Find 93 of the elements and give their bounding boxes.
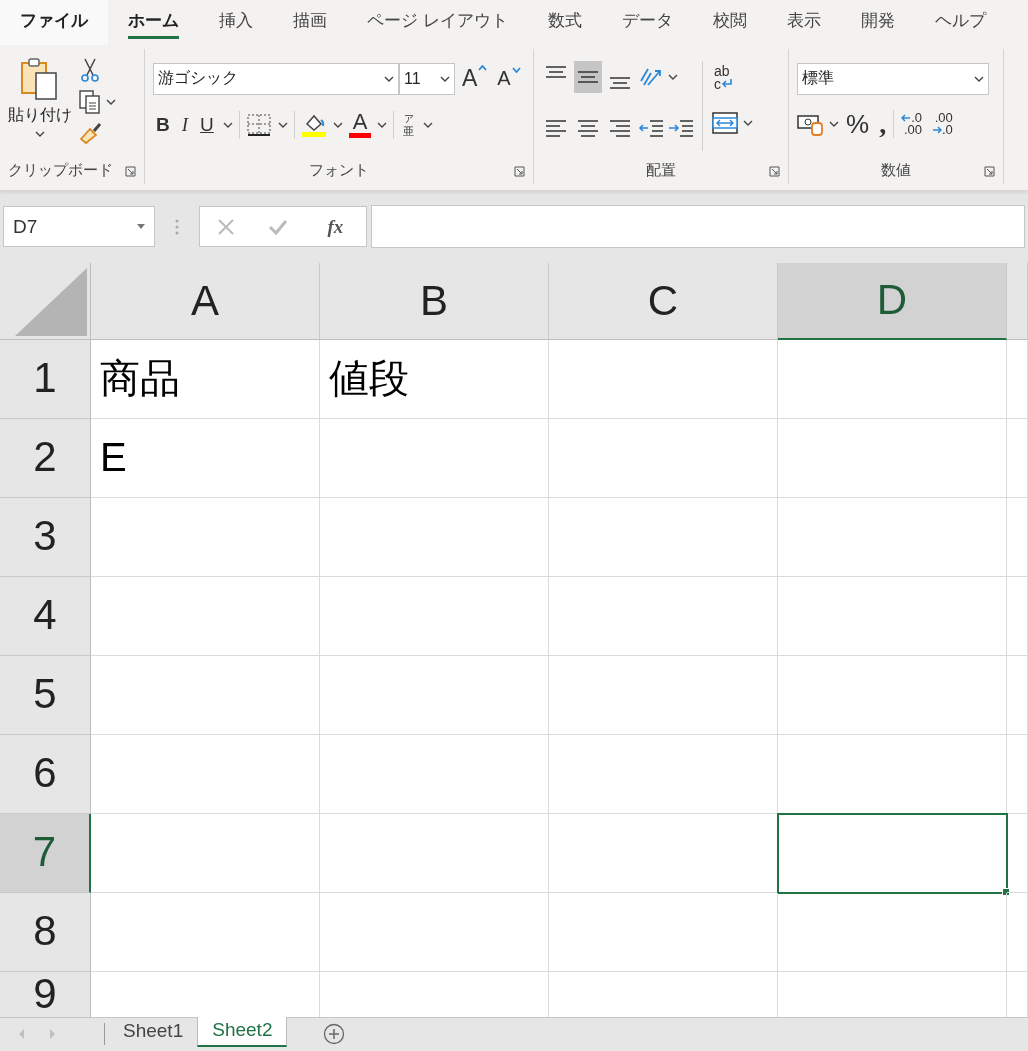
align-lines-icon [545,117,567,140]
add-sheet-icon[interactable] [323,1023,346,1046]
right-arrow-icon [931,126,942,135]
row-header[interactable]: 7 [0,813,91,893]
caret-icon[interactable] [668,72,678,81]
align-lines-icon [577,70,599,83]
caret-icon[interactable] [277,120,288,129]
table-cell: 値段 [320,339,549,419]
row-header[interactable]: 4 [0,576,91,656]
return-arrow-icon [721,79,733,90]
phonetic-button[interactable]: ア 亜 [400,111,418,138]
ribbon-tab[interactable]: 描画 [273,0,347,45]
caret-icon [974,74,984,83]
copy-icon[interactable] [78,88,102,115]
ribbon-tab[interactable]: 表示 [766,0,841,45]
align-button[interactable] [574,60,602,93]
insert-function-button[interactable]: fx [321,214,350,239]
group-label: 配置 [646,161,676,181]
column-header[interactable]: B [320,262,549,340]
shrink-font-button[interactable]: A [494,67,524,91]
align-lines-icon [609,76,631,89]
active-cell[interactable] [778,813,1007,893]
font-size-dropdown[interactable]: 11 [399,62,455,95]
caret-icon[interactable] [423,120,434,129]
font-name-dropdown[interactable]: 游ゴシック [153,62,399,95]
align-lines-icon [609,117,631,140]
caret-icon[interactable] [106,97,116,106]
borders-icon[interactable] [245,112,272,137]
row-header[interactable]: 1 [0,339,91,419]
column-header[interactable]: D [778,262,1007,340]
caret-icon[interactable] [829,120,839,129]
row-header[interactable]: 2 [0,418,91,498]
group-label: 数値 [881,161,911,181]
ribbon-tab[interactable]: 校閲 [692,0,767,45]
scissors-icon[interactable] [78,56,102,83]
merge-cells-icon[interactable] [711,110,739,135]
table-cell: E [91,418,320,498]
caret-icon[interactable] [743,118,753,127]
caret-icon [384,74,394,83]
column-header[interactable]: A [91,262,320,340]
caret-icon [478,65,488,72]
row-header[interactable]: 3 [0,497,91,577]
wrap-text-button[interactable]: ab c [711,60,753,91]
group-label: フォント [309,161,369,181]
sheet-tab[interactable]: Sheet1 [109,1018,198,1045]
sheet-tab[interactable]: Sheet2 [197,1017,288,1048]
row-header[interactable]: 9 [0,971,91,1018]
clipboard-icon [20,56,60,101]
paste-button[interactable]: 貼り付け [8,56,72,158]
decrease-decimal-button[interactable]: .00 .0 [928,112,956,137]
grow-font-button[interactable]: A [459,65,491,93]
formula-input[interactable] [371,205,1025,249]
name-box[interactable]: D7 [3,206,155,248]
caret-icon[interactable] [332,120,343,129]
table-cell: 商品 [91,339,320,419]
brush-icon[interactable] [78,120,104,145]
number-format-dropdown[interactable]: 標準 [797,62,989,95]
dialog-launcher-icon[interactable] [125,165,136,177]
row-header[interactable]: 8 [0,892,91,972]
checkmark-icon[interactable] [268,217,289,236]
align-lines-icon [545,65,567,78]
increase-indent-icon[interactable] [668,117,694,140]
ribbon-tab[interactable]: ページ レイアウト [347,0,528,45]
font-color-button[interactable]: A [348,111,372,139]
ribbon-tab[interactable]: 開発 [840,0,915,45]
left-arrow-icon [901,114,912,123]
percent-button[interactable]: % [843,108,873,140]
dialog-launcher-icon[interactable] [514,165,525,177]
dialog-launcher-icon[interactable] [769,165,780,177]
ribbon-tab[interactable]: 挿入 [199,0,273,45]
align-lines-icon [577,117,599,140]
row-header[interactable]: 5 [0,655,91,735]
comma-button[interactable]: , [876,114,890,135]
caret-icon[interactable] [377,120,388,129]
decrease-indent-icon[interactable] [638,117,664,140]
caret-icon [440,74,450,83]
caret-icon [511,67,521,74]
row-header[interactable]: 6 [0,734,91,814]
dialog-launcher-icon[interactable] [984,165,995,177]
ribbon-tab[interactable]: ヘルプ [914,0,1006,45]
ribbon-tab[interactable]: ファイル [0,0,108,45]
group-label: クリップボード [8,161,113,181]
ribbon-tab[interactable]: 数式 [527,0,602,45]
currency-icon[interactable] [797,112,825,137]
ribbon-tab[interactable]: データ [601,0,693,45]
caret-icon [35,129,45,138]
underline-button[interactable]: U [197,113,217,136]
column-header[interactable]: C [549,262,778,340]
bold-button[interactable]: B [153,113,173,136]
increase-decimal-button[interactable]: .0 .00 [898,112,925,137]
caret-icon[interactable] [222,120,233,129]
italic-button[interactable]: I [178,113,192,136]
grip-icon[interactable] [175,217,179,236]
